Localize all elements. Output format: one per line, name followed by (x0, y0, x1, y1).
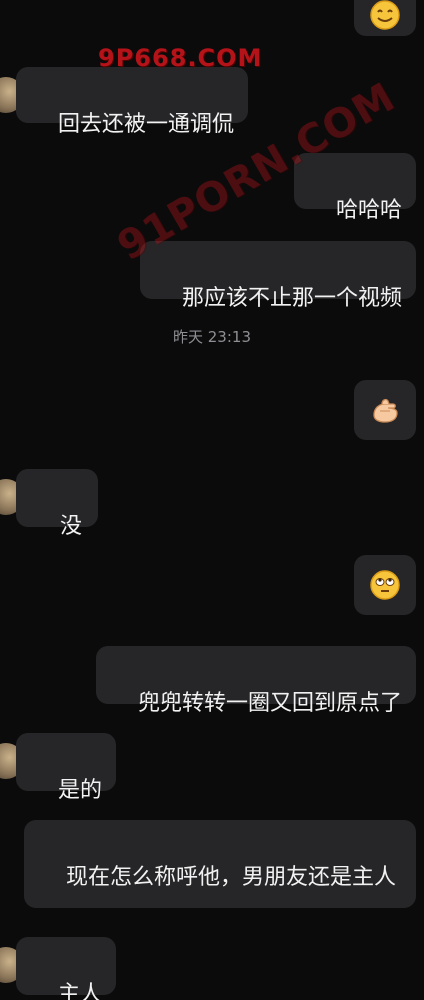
message-text: 主人 (57, 982, 102, 1000)
message-bubble-received[interactable]: 没 (16, 469, 98, 539)
message-text: 哈哈哈 (335, 198, 402, 223)
timestamp: 昨天 23:13 (173, 328, 251, 346)
message-text: 回去还被一通调侃 (57, 112, 234, 137)
smiling-face-icon (370, 0, 400, 30)
message-bubble-sent[interactable]: 兜兜转转一圈又回到原点了 (96, 646, 416, 716)
message-bubble-received[interactable]: 现在怎么称呼他，男朋友还是主人 (24, 820, 416, 908)
message-text: 那应该不止那一个视频 (181, 286, 402, 311)
message-text: 兜兜转转一圈又回到原点了 (137, 691, 402, 716)
message-bubble-received[interactable]: 回去还被一通调侃 (16, 67, 248, 137)
message-text: 没 (59, 514, 82, 539)
message-bubble-sent[interactable]: 那应该不止那一个视频 (140, 241, 416, 311)
chat-thread[interactable]: 回去还被一通调侃 哈哈哈 那应该不止那一个视频 昨天 23:13 没 兜兜转转一… (0, 0, 424, 1000)
message-bubble-sent[interactable]: 哈哈哈 (294, 153, 416, 223)
message-bubble-emoji[interactable] (354, 0, 416, 36)
message-bubble-emoji[interactable] (354, 555, 416, 615)
message-bubble-received[interactable]: 主人 (16, 937, 116, 1000)
message-text: 是的 (57, 778, 102, 803)
message-bubble-emoji[interactable] (354, 380, 416, 440)
message-bubble-received[interactable]: 是的 (16, 733, 116, 803)
message-text: 现在怎么称呼他，男朋友还是主人 (65, 865, 396, 890)
pinching-hand-icon (373, 398, 398, 423)
rolling-eyes-face-icon (370, 570, 400, 600)
